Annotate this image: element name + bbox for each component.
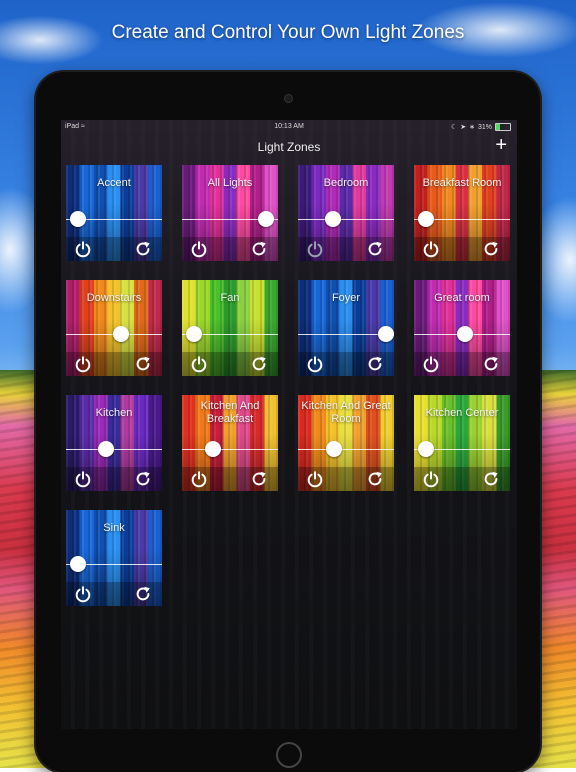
brightness-slider-knob[interactable] <box>324 211 341 227</box>
power-icon[interactable] <box>422 240 440 258</box>
power-icon[interactable] <box>306 355 324 373</box>
brightness-slider-track[interactable] <box>66 449 162 450</box>
brightness-slider-knob[interactable] <box>417 211 434 227</box>
moon-icon: ☾ <box>450 124 458 131</box>
brightness-slider-track[interactable] <box>298 449 394 450</box>
power-icon[interactable] <box>74 470 92 488</box>
status-right: ☾ ➤ ∗ 31% <box>451 123 511 131</box>
zone-name: Great room <box>434 292 490 304</box>
refresh-icon[interactable] <box>250 240 268 258</box>
brightness-slider-track[interactable] <box>182 449 278 450</box>
power-icon[interactable] <box>74 355 92 373</box>
brightness-slider-knob[interactable] <box>112 326 129 342</box>
home-button[interactable] <box>276 742 302 768</box>
refresh-icon[interactable] <box>482 470 500 488</box>
zone-name: Foyer <box>331 292 361 304</box>
zone-name: Kitchen Center <box>425 407 499 419</box>
zone-tile[interactable]: Bedroom <box>298 165 394 261</box>
zone-tile[interactable]: Downstairs <box>66 280 162 376</box>
page-title: Light Zones <box>257 140 321 154</box>
zone-name: Accent <box>97 177 131 189</box>
tablet-device: iPad ≈ 10:13 AM ☾ ➤ ∗ 31% Light Zones + … <box>36 72 540 772</box>
nav-bar: Light Zones + <box>61 135 517 158</box>
zone-tile[interactable]: Kitchen And Great Room <box>298 395 394 491</box>
refresh-icon[interactable] <box>482 355 500 373</box>
power-icon[interactable] <box>422 470 440 488</box>
battery-icon <box>495 123 511 131</box>
brightness-slider-knob[interactable] <box>417 441 434 457</box>
zone-name: Downstairs <box>86 292 142 304</box>
zone-name: Breakfast Room <box>422 177 502 189</box>
refresh-icon[interactable] <box>250 355 268 373</box>
brightness-slider-knob[interactable] <box>204 441 221 457</box>
zone-tile[interactable]: Kitchen Center <box>414 395 510 491</box>
refresh-icon[interactable] <box>482 240 500 258</box>
zone-tile[interactable]: Fan <box>182 280 278 376</box>
zone-name: Kitchen And Breakfast <box>200 400 260 425</box>
power-icon[interactable] <box>306 470 324 488</box>
zone-tile[interactable]: All Lights <box>182 165 278 261</box>
location-icon: ➤ <box>460 124 467 131</box>
zone-name: Fan <box>220 292 240 304</box>
brightness-slider-knob[interactable] <box>69 211 86 227</box>
power-icon[interactable] <box>190 240 208 258</box>
brightness-slider-knob[interactable] <box>456 326 473 342</box>
refresh-icon[interactable] <box>366 240 384 258</box>
app-screen: iPad ≈ 10:13 AM ☾ ➤ ∗ 31% Light Zones + … <box>61 120 517 729</box>
zone-tile[interactable]: Kitchen <box>66 395 162 491</box>
status-time: 10:13 AM <box>274 123 304 130</box>
power-icon[interactable] <box>74 240 92 258</box>
zone-name: Sink <box>103 522 125 534</box>
refresh-icon[interactable] <box>134 355 152 373</box>
power-icon[interactable] <box>422 355 440 373</box>
zone-tile[interactable]: Great room <box>414 280 510 376</box>
zone-name: Kitchen <box>95 407 133 419</box>
brightness-slider-knob[interactable] <box>325 441 342 457</box>
zone-tile[interactable]: Kitchen And Breakfast <box>182 395 278 491</box>
refresh-icon[interactable] <box>250 470 268 488</box>
power-icon[interactable] <box>74 585 92 603</box>
power-icon[interactable] <box>190 470 208 488</box>
zone-name: All Lights <box>207 177 253 189</box>
zone-tile[interactable]: Sink <box>66 510 162 606</box>
refresh-icon[interactable] <box>366 470 384 488</box>
camera-icon <box>284 94 293 103</box>
zone-tile[interactable]: Accent <box>66 165 162 261</box>
power-icon[interactable] <box>190 355 208 373</box>
refresh-icon[interactable] <box>366 355 384 373</box>
brightness-slider-knob[interactable] <box>378 326 394 342</box>
zone-name: Bedroom <box>323 177 369 189</box>
status-bar: iPad ≈ 10:13 AM ☾ ➤ ∗ 31% <box>61 120 517 134</box>
zone-name: Kitchen And Great Room <box>301 400 391 425</box>
headline: Create and Control Your Own Light Zones <box>111 22 465 43</box>
zone-tile[interactable]: Breakfast Room <box>414 165 510 261</box>
brightness-slider-track[interactable] <box>298 219 394 220</box>
refresh-icon[interactable] <box>134 470 152 488</box>
brightness-slider-knob[interactable] <box>185 326 202 342</box>
refresh-icon[interactable] <box>134 240 152 258</box>
brightness-slider-knob[interactable] <box>69 556 86 572</box>
battery-fill <box>496 124 501 130</box>
add-zone-button[interactable]: + <box>495 135 507 155</box>
battery-percent: 31% <box>477 123 492 131</box>
refresh-icon[interactable] <box>134 585 152 603</box>
zone-tile[interactable]: Foyer <box>298 280 394 376</box>
power-icon[interactable] <box>306 240 324 258</box>
bluetooth-icon: ∗ <box>469 124 475 131</box>
